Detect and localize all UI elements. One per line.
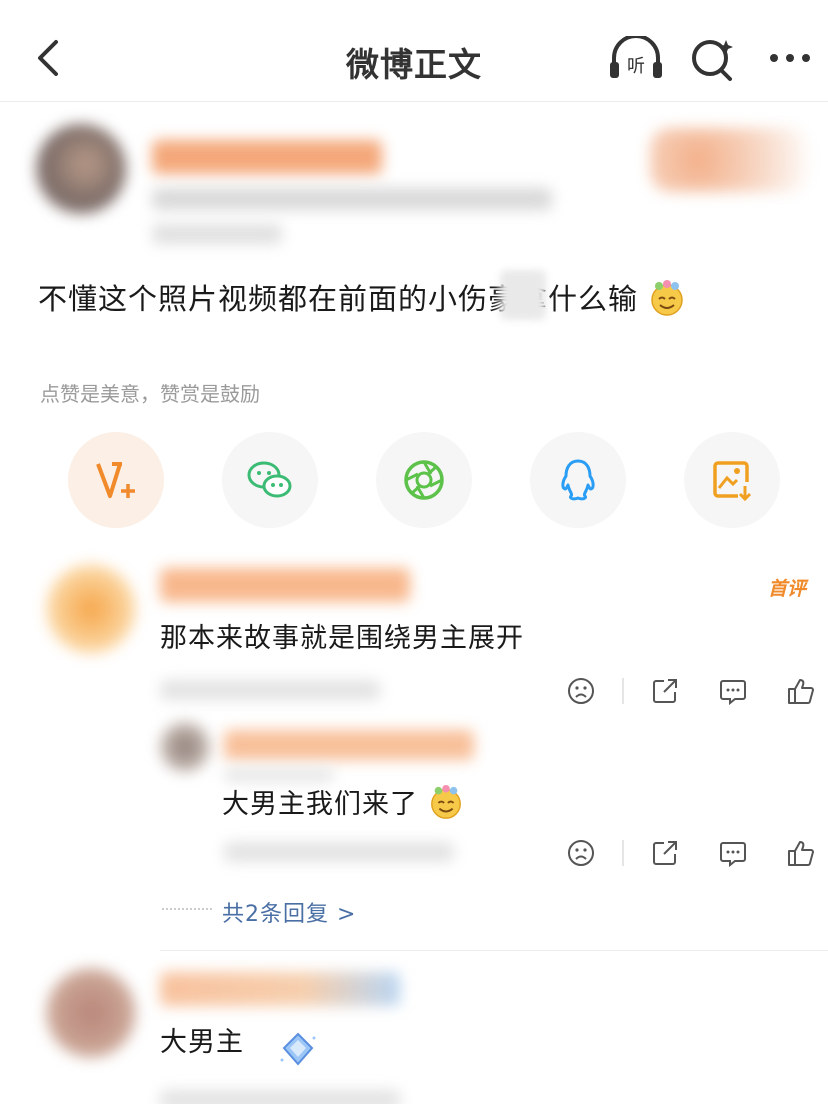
dislike-icon[interactable] [566,838,596,868]
censor-blur [500,270,546,320]
reward-hint: 点赞是美意，赞赏是鼓励 [40,382,260,406]
comment-meta-redacted [160,1090,400,1104]
view-replies-link[interactable]: 共2条回复 > [222,896,356,928]
save-image-button[interactable] [684,432,780,528]
commenter-avatar[interactable] [46,968,136,1058]
share-moments-button[interactable] [376,432,472,528]
comment-meta-redacted [160,680,380,700]
reply-body: 大男主我们来了 [222,782,464,827]
replier-tag-redacted [224,768,334,782]
search-icon[interactable] [688,36,740,82]
top-navigation-bar: 微博正文 听 [0,0,828,102]
comment-text: 那本来故事就是围绕男主展开 [160,623,524,654]
post-text: 不懂这个照片视频都在前面的小伤 [38,282,489,316]
reply-text: 大男主我们来了 [222,789,418,820]
author-avatar[interactable] [36,124,126,214]
save-image-icon [713,461,752,502]
author-badge-redacted [650,128,810,192]
repost-icon[interactable] [650,838,680,868]
wechat-icon [247,461,292,498]
like-icon[interactable] [786,838,816,868]
diamond-emoji-icon [278,1030,318,1074]
action-divider [622,840,624,866]
replier-name-redacted[interactable] [224,730,474,760]
reply-icon[interactable] [718,838,748,868]
more-icon[interactable] [764,36,816,82]
like-icon[interactable] [786,676,816,706]
author-name-redacted[interactable] [152,140,382,174]
reply-meta-redacted [224,842,454,862]
listen-icon[interactable]: 听 [608,34,662,82]
vplus-button[interactable] [68,432,164,528]
first-comment-badge: 首评 [768,578,807,600]
author-meta-redacted [152,188,552,210]
smiling-flower-emoji-icon [428,784,464,827]
commenter-avatar[interactable] [46,564,136,654]
comment-divider [160,950,828,951]
replier-avatar[interactable] [160,722,210,772]
action-divider [622,678,624,704]
dislike-icon[interactable] [566,676,596,706]
smiling-flower-emoji-icon [648,279,686,324]
qq-icon [561,459,595,501]
share-qq-button[interactable] [530,432,626,528]
post-body: 不懂这个照片视频都在前面的小伤豪拿什么输 [38,276,686,324]
vplus-icon [96,462,135,498]
repost-icon[interactable] [650,676,680,706]
share-wechat-button[interactable] [222,432,318,528]
reply-icon[interactable] [718,676,748,706]
listen-label: 听 [627,56,645,77]
reply-thread-dots [162,908,212,910]
commenter-name-redacted[interactable] [160,972,400,1006]
moments-icon [404,460,444,500]
comment-text: 大男主 [160,1027,244,1058]
commenter-name-redacted[interactable] [160,568,410,602]
post-time-redacted [152,224,282,244]
